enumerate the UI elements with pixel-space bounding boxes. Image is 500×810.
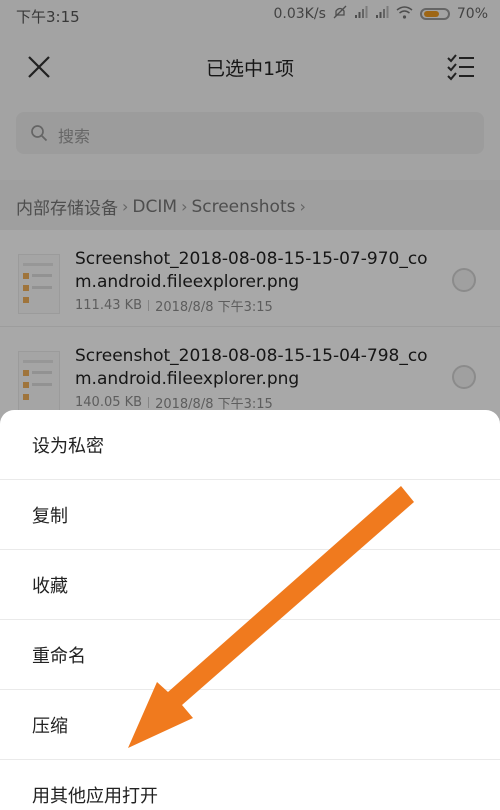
action-label: 重命名	[32, 646, 86, 667]
file-manager-screen: 下午3:15 0.03K/s 70% 已选中1项 搜索 内部存储设备 › DCI…	[0, 0, 500, 810]
action-rename[interactable]: 重命名	[0, 620, 500, 690]
action-set-private[interactable]: 设为私密	[0, 410, 500, 480]
action-compress[interactable]: 压缩	[0, 690, 500, 760]
action-copy[interactable]: 复制	[0, 480, 500, 550]
action-favorite[interactable]: 收藏	[0, 550, 500, 620]
action-label: 用其他应用打开	[32, 786, 158, 807]
action-label: 复制	[32, 506, 68, 527]
action-label: 压缩	[32, 716, 68, 737]
action-label: 收藏	[32, 576, 68, 597]
action-sheet: 设为私密 复制 收藏 重命名 压缩 用其他应用打开	[0, 410, 500, 810]
action-open-with[interactable]: 用其他应用打开	[0, 760, 500, 810]
action-label: 设为私密	[32, 436, 104, 457]
